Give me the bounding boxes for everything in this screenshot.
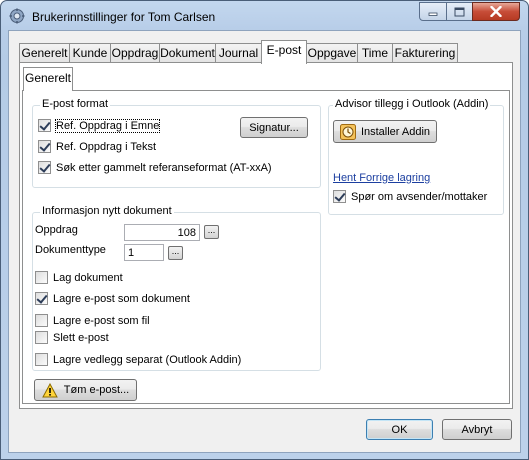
new-document-group: Informasjon nytt dokument Oppdrag ... Do… [32,205,321,371]
tab-label: Time [361,46,389,60]
doctype-input[interactable] [124,244,164,261]
doctype-label: Dokumenttype [35,244,106,256]
subtab-generelt[interactable]: Generelt [23,67,73,91]
close-icon [490,6,502,17]
ref-assignment-subject-checkbox[interactable]: Ref. Oppdrag i Emne [38,118,161,133]
save-email-as-document-checkbox[interactable]: Lagre e-post som dokument [35,292,190,305]
assignment-input[interactable] [124,224,200,241]
tab-oppdrag[interactable]: Oppdrag [110,43,160,63]
ref-assignment-text-label: Ref. Oppdrag i Tekst [56,140,157,153]
ref-assignment-subject-label: Ref. Oppdrag i Emne [54,118,161,133]
settings-gear-icon [9,8,25,24]
checkbox-box[interactable] [35,271,48,284]
cancel-button[interactable]: Avbryt [442,419,512,440]
checkbox-box[interactable] [38,140,51,153]
e-post-tab-panel: Generelt E-post format Ref. Oppdrag i Em… [19,62,513,409]
install-addin-label: Installer Addin [360,125,431,138]
tab-e-post[interactable]: E-post [261,40,307,64]
checkbox-box[interactable] [35,292,48,305]
ask-sender-receiver-checkbox[interactable]: Spør om avsender/mottaker [333,190,487,203]
assignment-label: Oppdrag [35,224,78,236]
tab-fakturering[interactable]: Fakturering [392,43,458,63]
save-email-as-file-label: Lagre e-post som fil [53,314,150,327]
save-attachments-separately-label: Lagre vedlegg separat (Outlook Addin) [53,353,242,366]
checkbox-box[interactable] [333,190,346,203]
tab-dokument[interactable]: Dokument [159,43,216,63]
empty-email-button[interactable]: Tøm e-post... [34,379,137,401]
search-old-ref-format-checkbox[interactable]: Søk etter gammelt referanseformat (AT-xx… [38,161,272,174]
dialog-client-area: Generelt Kunde Oppdrag Dokument Journal … [8,30,521,453]
ask-sender-receiver-label: Spør om avsender/mottaker [351,190,488,203]
outlook-addin-group: Advisor tillegg i Outlook (Addin) Instal… [328,98,504,215]
maximize-icon [454,7,465,16]
tab-label: Journal [218,46,259,60]
tab-label: Kunde [72,46,108,60]
maximize-button[interactable] [446,2,473,21]
delete-email-checkbox[interactable]: Slett e-post [35,331,109,344]
search-old-ref-format-label: Søk etter gammelt referanseformat (AT-xx… [56,161,272,174]
ok-button[interactable]: OK [366,419,433,440]
assignment-browse-button[interactable]: ... [204,225,219,239]
title-bar[interactable]: Brukerinnstillinger for Tom Carlsen [1,1,528,31]
save-email-as-document-label: Lagre e-post som dokument [53,292,190,305]
tab-journal[interactable]: Journal [215,43,262,63]
doctype-browse-button[interactable]: ... [168,246,183,260]
tab-label: Fakturering [394,46,456,60]
ok-button-label: OK [391,423,408,436]
fetch-previous-save-heading[interactable]: Hent Forrige lagring [333,172,430,184]
tab-kunde[interactable]: Kunde [69,43,111,63]
close-button[interactable] [472,2,520,21]
minimize-button[interactable] [419,2,447,21]
save-email-as-file-checkbox[interactable]: Lagre e-post som fil [35,314,150,327]
tab-label: Generelt [21,46,68,60]
checkbox-box[interactable] [38,161,51,174]
warning-icon [41,382,58,397]
signature-button-label: Signatur... [249,121,299,134]
empty-email-label: Tøm e-post... [63,384,130,396]
ellipsis-label: ... [207,225,216,235]
checkbox-box[interactable] [35,353,48,366]
tab-label: Oppdrag [111,46,159,60]
signature-button[interactable]: Signatur... [240,117,308,138]
tab-generelt[interactable]: Generelt [19,43,70,63]
minimize-icon [428,12,438,16]
ellipsis-label: ... [171,246,180,256]
install-addin-button[interactable]: Installer Addin [333,120,437,143]
tab-label: E-post [266,43,302,57]
create-document-checkbox[interactable]: Lag dokument [35,271,123,284]
window-title: Brukerinnstillinger for Tom Carlsen [32,10,216,24]
outlook-addin-legend: Advisor tillegg i Outlook (Addin) [333,98,491,110]
tab-time[interactable]: Time [357,43,393,63]
email-format-group: E-post format Ref. Oppdrag i Emne Ref. O… [32,98,321,188]
tab-label: Dokument [160,46,215,60]
subtab-label: Generelt [24,71,72,85]
email-format-legend: E-post format [40,98,111,110]
save-attachments-separately-checkbox[interactable]: Lagre vedlegg separat (Outlook Addin) [35,353,241,366]
checkbox-box[interactable] [35,331,48,344]
checkbox-box[interactable] [38,119,51,132]
cancel-button-label: Avbryt [461,423,493,436]
clock-icon [339,123,356,140]
settings-window: Brukerinnstillinger for Tom Carlsen Gene… [0,0,529,460]
delete-email-label: Slett e-post [53,331,109,344]
ref-assignment-text-checkbox[interactable]: Ref. Oppdrag i Tekst [38,140,156,153]
generelt-subtab-panel: E-post format Ref. Oppdrag i Emne Ref. O… [22,90,510,404]
create-document-label: Lag dokument [53,271,123,284]
tab-label: Oppgave [307,46,357,60]
checkbox-box[interactable] [35,314,48,327]
new-document-legend: Informasjon nytt dokument [40,205,174,217]
tab-oppgave[interactable]: Oppgave [306,43,358,63]
